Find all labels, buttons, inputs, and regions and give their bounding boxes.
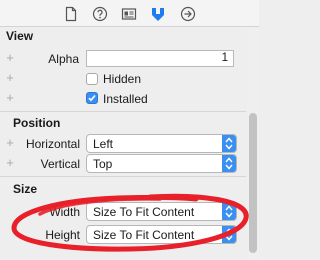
add-variation-alpha-button[interactable]: + — [5, 51, 15, 65]
size-section-title: Size — [13, 182, 38, 196]
width-label: Width — [49, 205, 80, 219]
horizontal-label: Horizontal — [25, 137, 80, 151]
checkmark-icon — [88, 94, 96, 102]
scrollbar-thumb[interactable] — [249, 113, 257, 253]
add-variation-installed-button[interactable]: + — [5, 91, 15, 105]
add-variation-hidden-button[interactable]: + — [5, 71, 15, 85]
vertical-popup[interactable]: Top — [86, 154, 237, 173]
width-popup[interactable]: Size To Fit Content — [86, 202, 237, 221]
vertical-popup-value: Top — [93, 157, 113, 171]
horizontal-popup-value: Left — [93, 137, 114, 151]
width-popup-value: Size To Fit Content — [93, 205, 195, 219]
red-annotation-ellipse — [11, 193, 249, 252]
installed-checkbox[interactable] — [86, 92, 98, 104]
connections-inspector-icon[interactable] — [180, 6, 196, 22]
up-down-arrows-icon — [222, 155, 236, 172]
installed-label: Installed — [103, 92, 148, 106]
section-divider — [0, 176, 246, 177]
horizontal-popup[interactable]: Left — [86, 134, 237, 153]
height-popup[interactable]: Size To Fit Content — [86, 225, 237, 244]
up-down-arrows-icon — [222, 203, 236, 220]
up-down-arrows-icon — [222, 135, 236, 152]
height-popup-value: Size To Fit Content — [93, 228, 195, 242]
hidden-label: Hidden — [103, 72, 142, 86]
quick-help-icon[interactable] — [92, 6, 108, 22]
position-section-title: Position — [13, 116, 61, 130]
attributes-inspector-icon[interactable] — [150, 6, 166, 22]
height-label: Height — [45, 228, 80, 242]
inspector-toolbar — [0, 0, 259, 27]
identity-inspector-icon[interactable] — [121, 6, 137, 22]
vertical-label: Vertical — [40, 157, 80, 171]
file-inspector-icon[interactable] — [63, 6, 79, 22]
up-down-arrows-icon — [222, 226, 236, 243]
section-divider — [0, 111, 246, 112]
alpha-label: Alpha — [48, 52, 79, 66]
add-variation-vertical-button[interactable]: + — [5, 156, 15, 170]
hidden-checkbox[interactable] — [86, 73, 98, 85]
add-variation-horizontal-button[interactable]: + — [5, 136, 15, 150]
alpha-field[interactable]: 1 — [86, 50, 234, 67]
view-section-title: View — [6, 29, 34, 43]
